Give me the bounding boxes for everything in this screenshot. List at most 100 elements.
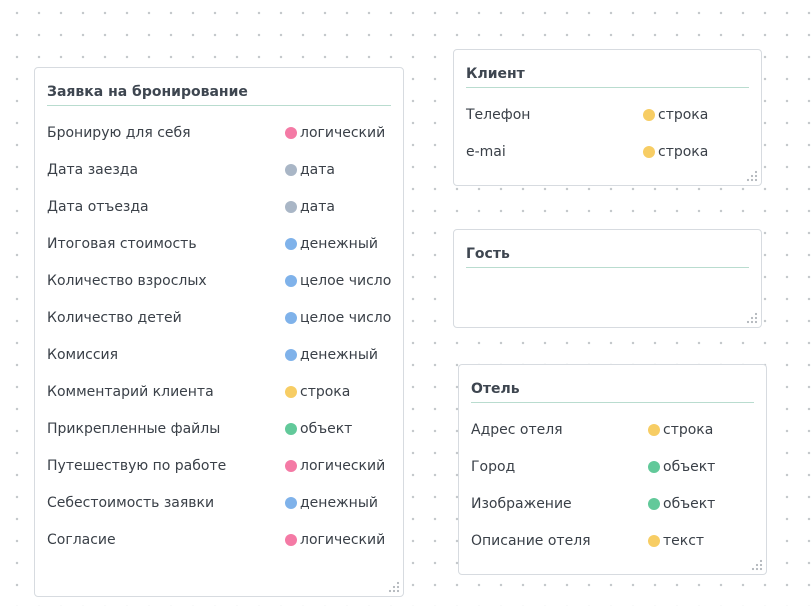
field-type-label: объект xyxy=(663,495,716,512)
field-type: строка xyxy=(643,107,749,123)
type-color-dot-icon xyxy=(285,274,297,287)
field-type: объект xyxy=(648,496,754,512)
field-type: дата xyxy=(285,162,391,178)
type-color-dot-icon xyxy=(285,348,297,361)
field-type: денежный xyxy=(285,236,391,252)
field-type-label: объект xyxy=(663,458,716,475)
field-name: Путешествую по работе xyxy=(47,457,227,474)
field-row[interactable]: Себестоимость заявки денежный xyxy=(47,484,391,521)
resize-handle-icon[interactable] xyxy=(388,581,400,593)
field-row[interactable]: Адрес отеля строка xyxy=(471,411,754,448)
resize-handle-icon[interactable] xyxy=(746,170,758,182)
field-type-label: денежный xyxy=(300,346,378,363)
field-list: Адрес отеля строка Город объект Изображение о… xyxy=(471,411,754,559)
field-type: денежный xyxy=(285,347,391,363)
field-type: целое число xyxy=(285,310,391,326)
resize-handle-icon[interactable] xyxy=(746,312,758,324)
field-type: строка xyxy=(285,384,391,400)
field-type: объект xyxy=(648,459,754,475)
field-type-label: дата xyxy=(300,161,335,178)
field-name: Комментарий клиента xyxy=(47,383,214,400)
field-type-label: объект xyxy=(300,420,353,437)
entity-title: Клиент xyxy=(466,64,749,88)
field-name: Бронирую для себя xyxy=(47,124,191,141)
field-name: Адрес отеля xyxy=(471,421,563,438)
field-name: e-mai xyxy=(466,143,506,160)
field-type: объект xyxy=(285,421,391,437)
field-name: Количество детей xyxy=(47,309,182,326)
field-row[interactable]: e-mai строка xyxy=(466,133,749,170)
type-color-dot-icon xyxy=(285,496,297,509)
field-type: логический xyxy=(285,532,391,548)
field-type-label: текст xyxy=(663,532,705,549)
field-type-label: строка xyxy=(300,383,351,400)
type-color-dot-icon xyxy=(648,423,660,436)
entity-card-booking[interactable]: Заявка на бронирование Бронирую для себя… xyxy=(34,67,404,597)
type-color-dot-icon xyxy=(285,126,297,139)
field-row[interactable]: Комиссия денежный xyxy=(47,336,391,373)
field-type-label: строка xyxy=(663,421,714,438)
field-type-label: целое число xyxy=(300,272,392,289)
entity-title: Отель xyxy=(471,379,754,403)
type-color-dot-icon xyxy=(643,108,655,121)
field-type: текст xyxy=(648,533,754,549)
entity-card-guest[interactable]: Гость xyxy=(453,229,762,328)
field-name: Дата заезда xyxy=(47,161,139,178)
field-row[interactable]: Описание отеля текст xyxy=(471,522,754,559)
field-type: строка xyxy=(648,422,754,438)
field-row[interactable]: Бронирую для себя логический xyxy=(47,114,391,151)
field-type: целое число xyxy=(285,273,391,289)
field-row[interactable]: Итоговая стоимость денежный xyxy=(47,225,391,262)
field-name: Описание отеля xyxy=(471,532,591,549)
field-row[interactable]: Изображение объект xyxy=(471,485,754,522)
entity-card-client[interactable]: Клиент Телефон строка e-mai строка xyxy=(453,49,762,186)
field-row[interactable]: Телефон строка xyxy=(466,96,749,133)
field-type-label: строка xyxy=(658,143,709,160)
field-type-label: логический xyxy=(300,531,386,548)
field-name: Телефон xyxy=(466,106,531,123)
type-color-dot-icon xyxy=(648,497,660,510)
resize-handle-icon[interactable] xyxy=(751,559,763,571)
field-name: Дата отъезда xyxy=(47,198,149,215)
field-name: Изображение xyxy=(471,495,572,512)
field-type-label: строка xyxy=(658,106,709,123)
field-type-label: логический xyxy=(300,457,386,474)
field-type: строка xyxy=(643,144,749,160)
field-row[interactable]: Прикрепленные файлы объект xyxy=(47,410,391,447)
type-color-dot-icon xyxy=(285,311,297,324)
field-type-label: денежный xyxy=(300,494,378,511)
field-row[interactable]: Город объект xyxy=(471,448,754,485)
field-type-label: денежный xyxy=(300,235,378,252)
field-type: дата xyxy=(285,199,391,215)
type-color-dot-icon xyxy=(285,422,297,435)
type-color-dot-icon xyxy=(648,460,660,473)
field-row[interactable]: Дата отъезда дата xyxy=(47,188,391,225)
field-type-label: логический xyxy=(300,124,386,141)
type-color-dot-icon xyxy=(285,385,297,398)
field-list: Бронирую для себя логический Дата заезда да… xyxy=(47,114,391,558)
field-type: логический xyxy=(285,125,391,141)
field-name: Комиссия xyxy=(47,346,119,363)
field-name: Себестоимость заявки xyxy=(47,494,215,511)
entity-title: Заявка на бронирование xyxy=(47,82,391,106)
field-type-label: дата xyxy=(300,198,335,215)
field-type-label: целое число xyxy=(300,309,392,326)
field-row[interactable]: Согласие логический xyxy=(47,521,391,558)
field-name: Итоговая стоимость xyxy=(47,235,197,252)
field-name: Прикрепленные файлы xyxy=(47,420,221,437)
field-row[interactable]: Дата заезда дата xyxy=(47,151,391,188)
field-row[interactable]: Количество взрослых целое число xyxy=(47,262,391,299)
field-row[interactable]: Комментарий клиента строка xyxy=(47,373,391,410)
type-color-dot-icon xyxy=(285,237,297,250)
field-row[interactable]: Количество детей целое число xyxy=(47,299,391,336)
type-color-dot-icon xyxy=(285,459,297,472)
field-name: Количество взрослых xyxy=(47,272,207,289)
type-color-dot-icon xyxy=(648,534,660,547)
type-color-dot-icon xyxy=(285,163,297,176)
field-list: Телефон строка e-mai строка xyxy=(466,96,749,170)
type-color-dot-icon xyxy=(285,533,297,546)
type-color-dot-icon xyxy=(285,200,297,213)
field-row[interactable]: Путешествую по работе логический xyxy=(47,447,391,484)
type-color-dot-icon xyxy=(643,145,655,158)
entity-card-hotel[interactable]: Отель Адрес отеля строка Город объект Изобра… xyxy=(458,364,767,575)
